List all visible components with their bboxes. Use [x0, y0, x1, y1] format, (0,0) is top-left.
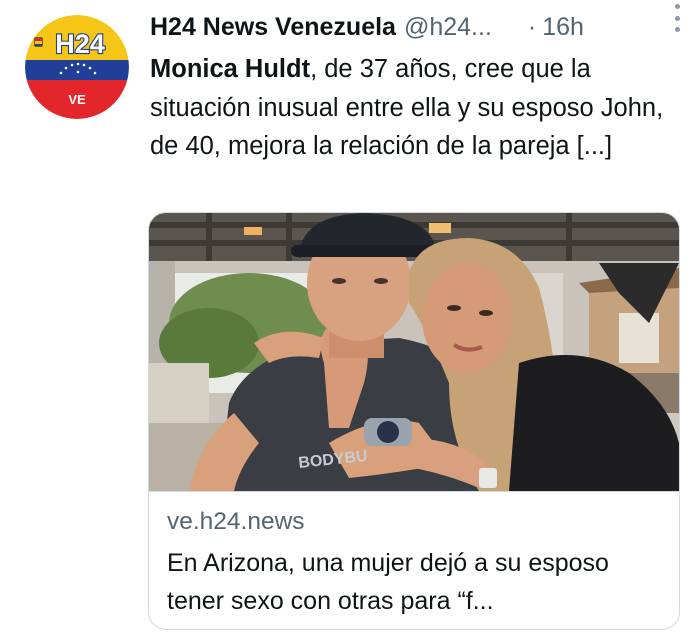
- more-vertical-icon[interactable]: [674, 4, 680, 32]
- card-title[interactable]: En Arizona, una mujer dejó a su esposo t…: [167, 544, 667, 620]
- card-domain: ve.h24.news: [167, 508, 305, 535]
- tweet[interactable]: H24 VE H24 News Venezuela @h24... · 16h …: [0, 0, 700, 642]
- tweet-bold-name: Monica Huldt: [150, 55, 311, 83]
- author-handle[interactable]: @h24...: [404, 13, 492, 42]
- tweet-text: Monica Huldt, de 37 años, cree que la si…: [150, 50, 680, 166]
- card-image[interactable]: BODYBU: [149, 213, 679, 491]
- separator-dot: ·: [527, 12, 537, 41]
- tweet-header: H24 News Venezuela @h24... · 16h: [150, 10, 680, 44]
- author-avatar[interactable]: H24 VE: [25, 15, 129, 119]
- timestamp[interactable]: 16h: [542, 13, 584, 42]
- link-card[interactable]: BODYBU ve.h24.news En Arizona, una mujer…: [148, 212, 680, 630]
- author-name[interactable]: H24 News Venezuela: [150, 13, 396, 42]
- avatar-country-code: VE: [68, 92, 86, 107]
- card-divider: [149, 491, 679, 492]
- avatar-logo-text: H24: [55, 29, 105, 59]
